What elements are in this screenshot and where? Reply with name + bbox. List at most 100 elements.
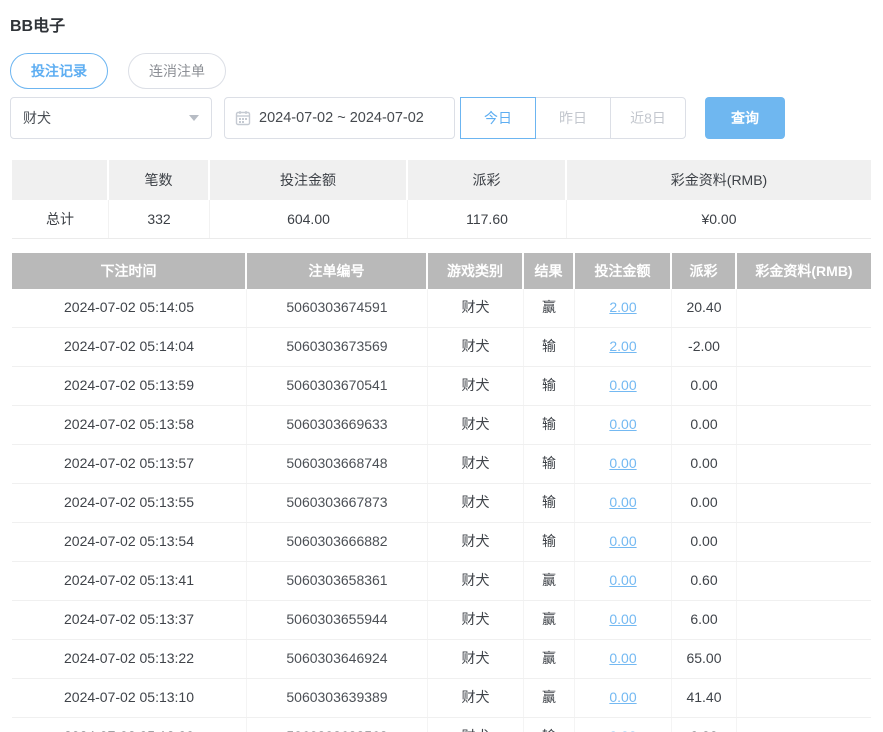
table-row: 2024-07-02 05:13:37 5060303655944 财犬 赢 0… [12, 601, 871, 640]
bet-amount-link[interactable]: 0.00 [609, 494, 636, 510]
bet-time-cell: 2024-07-02 05:13:58 [12, 406, 247, 444]
bet-time-cell: 2024-07-02 05:13:37 [12, 601, 247, 639]
bet-amount-link[interactable]: 0.00 [609, 416, 636, 432]
summary-header-row: 笔数 投注金额 派彩 彩金资料(RMB) [12, 160, 871, 200]
bet-amount-cell: 0.00 [575, 484, 672, 522]
bet-time-cell: 2024-07-02 05:14:05 [12, 289, 247, 327]
bet-time-cell: 2024-07-02 05:14:04 [12, 328, 247, 366]
table-row: 2024-07-02 05:13:55 5060303667873 财犬 输 0… [12, 484, 871, 523]
bet-amount-cell: 0.00 [575, 406, 672, 444]
result-cell: 输 [524, 406, 575, 444]
order-id-cell: 5060303655944 [247, 601, 428, 639]
payout-cell: 0.00 [672, 406, 737, 444]
bet-amount-cell: 2.00 [575, 328, 672, 366]
search-button[interactable]: 查询 [705, 97, 785, 139]
bets-header-row: 下注时间 注单编号 游戏类别 结果 投注金额 派彩 彩金资料(RMB) [12, 253, 871, 289]
order-id-cell: 5060303667873 [247, 484, 428, 522]
quick-date-button[interactable]: 今日 [460, 97, 536, 139]
tab-label: 连消注单 [149, 63, 205, 79]
order-id-cell: 5060303666882 [247, 523, 428, 561]
tab[interactable]: 投注记录 [10, 53, 108, 89]
chevron-down-icon [189, 115, 199, 121]
bonus-cell [737, 562, 871, 600]
bet-amount-link[interactable]: 0.00 [609, 377, 636, 393]
payout-cell: 6.00 [672, 601, 737, 639]
quick-date-button[interactable]: 近8日 [610, 97, 686, 139]
game-type-cell: 财犬 [428, 289, 524, 327]
bet-amount-link[interactable]: 0.00 [609, 455, 636, 471]
bet-amount-link[interactable]: 2.00 [609, 299, 636, 315]
page: BB电子 投注记录 连消注单 财犬 2024-07-02 ~ 2024-07-0… [0, 0, 883, 732]
game-type-cell: 财犬 [428, 679, 524, 717]
game-type-cell: 财犬 [428, 640, 524, 678]
bet-amount-cell: 2.00 [575, 289, 672, 327]
bet-amount-cell: 0.00 [575, 718, 672, 732]
date-range-input[interactable]: 2024-07-02 ~ 2024-07-02 [224, 97, 455, 139]
bet-time-cell: 2024-07-02 05:13:57 [12, 445, 247, 483]
game-select-value: 财犬 [23, 110, 51, 126]
bets-header-time: 下注时间 [12, 253, 247, 289]
bet-time-cell: 2024-07-02 05:13:09 [12, 718, 247, 732]
quick-date-button[interactable]: 昨日 [535, 97, 611, 139]
summary-header-blank [12, 160, 109, 200]
table-row: 2024-07-02 05:13:54 5060303666882 财犬 输 0… [12, 523, 871, 562]
summary-header-count: 笔数 [109, 160, 210, 200]
game-type-cell: 财犬 [428, 406, 524, 444]
order-id-cell: 5060303639389 [247, 679, 428, 717]
bonus-cell [737, 406, 871, 444]
order-id-cell: 5060303673569 [247, 328, 428, 366]
bet-amount-link[interactable]: 0.00 [609, 650, 636, 666]
bet-amount-link[interactable]: 2.00 [609, 338, 636, 354]
bets-header-bet: 投注金额 [575, 253, 672, 289]
tab-label: 投注记录 [31, 63, 87, 79]
bonus-cell [737, 484, 871, 522]
game-type-cell: 财犬 [428, 328, 524, 366]
game-select[interactable]: 财犬 [10, 97, 212, 139]
game-type-cell: 财犬 [428, 523, 524, 561]
bet-amount-link[interactable]: 0.00 [609, 689, 636, 705]
bets-header-bonus: 彩金资料(RMB) [737, 253, 871, 289]
bet-amount-cell: 0.00 [575, 640, 672, 678]
bonus-cell [737, 679, 871, 717]
bets-header-game: 游戏类别 [428, 253, 524, 289]
bonus-cell [737, 601, 871, 639]
result-cell: 赢 [524, 640, 575, 678]
summary-total-payout: 117.60 [408, 200, 567, 238]
bet-amount-link[interactable]: 0.00 [609, 533, 636, 549]
bonus-cell [737, 523, 871, 561]
filter-bar: 财犬 2024-07-02 ~ 2024-07-02 今日 昨日 近8日 查询 [10, 97, 785, 139]
payout-cell: 0.60 [672, 562, 737, 600]
bet-time-cell: 2024-07-02 05:13:22 [12, 640, 247, 678]
summary-header-bet-amount: 投注金额 [210, 160, 408, 200]
tab[interactable]: 连消注单 [128, 53, 226, 89]
table-row: 2024-07-02 05:13:09 5060303638568 财犬 输 0… [12, 718, 871, 732]
bet-time-cell: 2024-07-02 05:13:10 [12, 679, 247, 717]
result-cell: 赢 [524, 562, 575, 600]
game-type-cell: 财犬 [428, 484, 524, 522]
quick-date-label: 近8日 [630, 110, 666, 126]
bet-amount-link[interactable]: 0.00 [609, 572, 636, 588]
payout-cell: 0.00 [672, 523, 737, 561]
result-cell: 赢 [524, 601, 575, 639]
bets-header-result: 结果 [524, 253, 575, 289]
game-type-cell: 财犬 [428, 445, 524, 483]
order-id-cell: 5060303669633 [247, 406, 428, 444]
table-row: 2024-07-02 05:13:22 5060303646924 财犬 赢 0… [12, 640, 871, 679]
order-id-cell: 5060303674591 [247, 289, 428, 327]
bets-table: 下注时间 注单编号 游戏类别 结果 投注金额 派彩 彩金资料(RMB) 2024… [12, 253, 871, 732]
quick-date-group: 今日 昨日 近8日 [460, 97, 686, 139]
bets-header-order-id: 注单编号 [247, 253, 428, 289]
date-range-value: 2024-07-02 ~ 2024-07-02 [259, 110, 424, 126]
bonus-cell [737, 328, 871, 366]
result-cell: 输 [524, 523, 575, 561]
bet-amount-cell: 0.00 [575, 562, 672, 600]
bonus-cell [737, 640, 871, 678]
calendar-icon [235, 110, 251, 126]
bet-amount-cell: 0.00 [575, 679, 672, 717]
summary-total-bonus: ¥0.00 [567, 200, 871, 238]
result-cell: 输 [524, 484, 575, 522]
bet-amount-link[interactable]: 0.00 [609, 611, 636, 627]
bet-amount-link[interactable]: 0.00 [609, 728, 636, 732]
bet-amount-cell: 0.00 [575, 601, 672, 639]
order-id-cell: 5060303638568 [247, 718, 428, 732]
